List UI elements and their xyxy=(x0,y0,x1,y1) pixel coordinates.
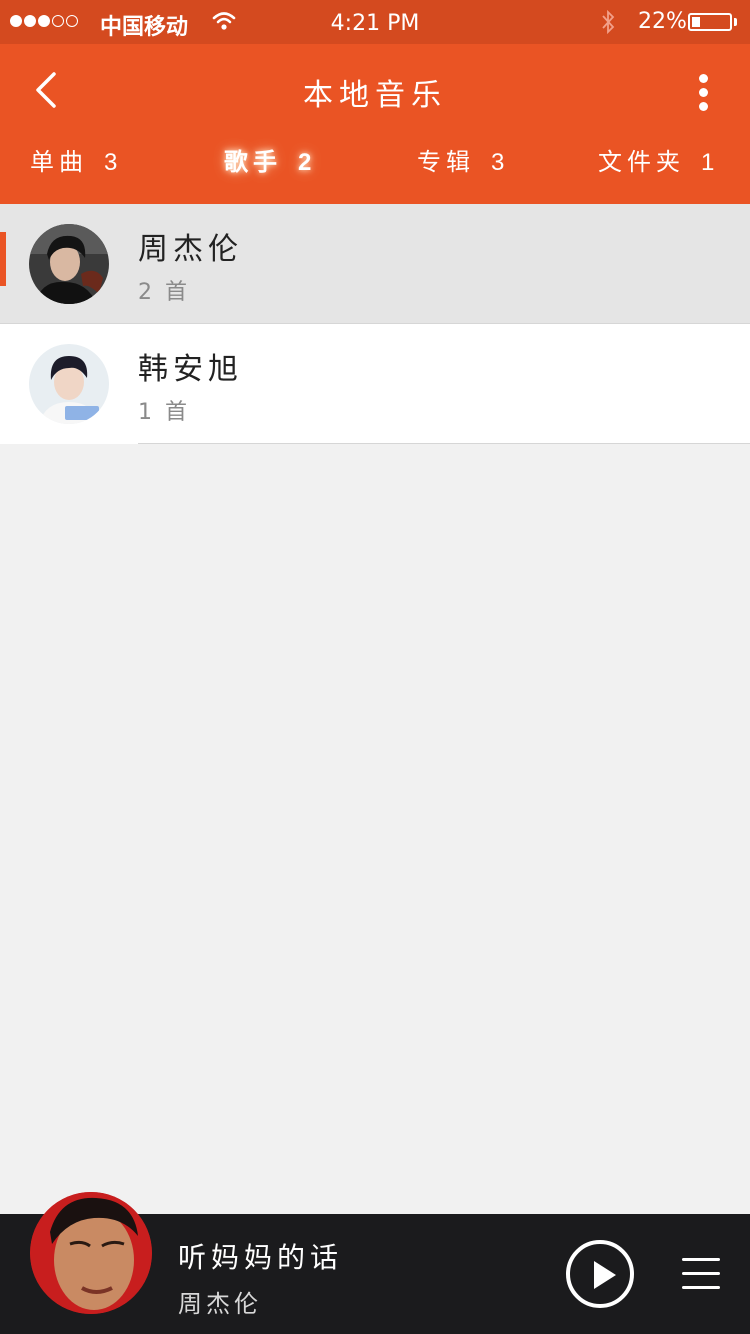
page-title: 本地音乐 xyxy=(303,78,447,113)
tab-artists[interactable]: 歌手 2 xyxy=(224,140,311,184)
tab-label: 文件夹 xyxy=(598,148,685,176)
play-button[interactable] xyxy=(566,1240,634,1308)
selected-indicator xyxy=(0,232,6,286)
tab-albums[interactable]: 专辑 3 xyxy=(417,140,504,184)
battery-cap xyxy=(734,18,737,26)
now-playing-title: 听妈妈的话 xyxy=(178,1241,344,1274)
list-item-artist[interactable]: 韩安旭 1 首 xyxy=(0,324,750,444)
more-dot xyxy=(699,102,708,111)
menu-line xyxy=(682,1286,720,1289)
battery-icon xyxy=(688,13,732,31)
status-bar: 中国移动 4:21 PM 22% xyxy=(0,0,750,44)
tab-label: 专辑 xyxy=(417,148,475,176)
menu-line xyxy=(682,1258,720,1261)
tab-label: 歌手 xyxy=(224,148,282,176)
tab-count: 1 xyxy=(701,149,715,176)
more-dot xyxy=(699,88,708,97)
tab-folders[interactable]: 文件夹 1 xyxy=(598,140,714,184)
song-count: 2 首 xyxy=(138,280,190,305)
artist-name: 韩安旭 xyxy=(138,352,243,387)
song-count: 1 首 xyxy=(138,400,190,425)
avatar xyxy=(29,344,109,424)
header: 本地音乐 单曲 3 歌手 2 专辑 3 文件夹 1 xyxy=(0,44,750,204)
mini-player[interactable]: 听妈妈的话 周杰伦 xyxy=(0,1192,750,1334)
avatar xyxy=(29,224,109,304)
menu-line xyxy=(682,1272,720,1275)
divider xyxy=(138,443,750,444)
play-icon xyxy=(594,1261,616,1289)
list-item-artist[interactable]: 周杰伦 2 首 xyxy=(0,204,750,324)
tab-count: 2 xyxy=(298,149,312,176)
tab-bar: 单曲 3 歌手 2 专辑 3 文件夹 1 xyxy=(0,140,750,184)
menu-icon[interactable] xyxy=(682,1258,722,1292)
album-cover[interactable] xyxy=(30,1192,152,1314)
more-dot xyxy=(699,74,708,83)
artist-list: 周杰伦 2 首 韩安旭 1 首 xyxy=(0,204,750,444)
tab-songs[interactable]: 单曲 3 xyxy=(30,140,117,184)
tab-count: 3 xyxy=(104,149,118,176)
battery-level xyxy=(692,17,700,27)
now-playing-artist: 周杰伦 xyxy=(178,1290,262,1318)
artist-name: 周杰伦 xyxy=(138,232,243,267)
battery-percent: 22% xyxy=(638,9,687,34)
more-vertical-icon[interactable] xyxy=(690,70,718,114)
bluetooth-icon xyxy=(602,9,615,35)
tab-label: 单曲 xyxy=(30,148,88,176)
tab-count: 3 xyxy=(491,149,505,176)
